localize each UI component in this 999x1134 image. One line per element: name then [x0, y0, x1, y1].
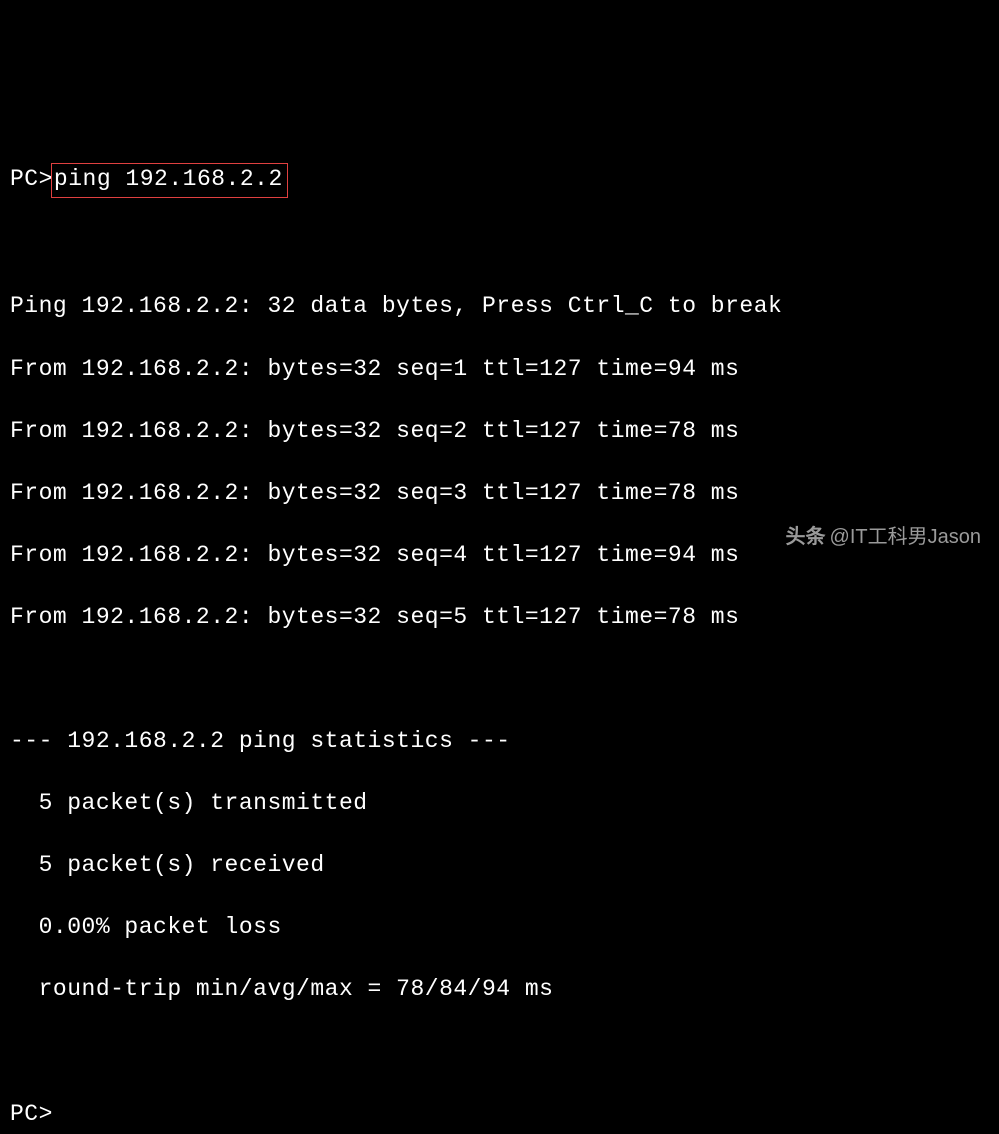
ping-reply: From 192.168.2.2: bytes=32 seq=2 ttl=127…: [10, 416, 989, 447]
blank-line: [10, 1037, 989, 1068]
watermark: 头条@IT工科男Jason: [786, 524, 981, 551]
stats-loss: 0.00% packet loss: [10, 912, 989, 943]
stats-transmitted: 5 packet(s) transmitted: [10, 788, 989, 819]
prompt-line-1: PC>ping 192.168.2.2: [10, 163, 989, 198]
ping-command-highlighted: ping 192.168.2.2: [51, 163, 288, 198]
watermark-author: @IT工科男Jason: [830, 526, 981, 548]
stats-header: --- 192.168.2.2 ping statistics ---: [10, 726, 989, 757]
ping-reply: From 192.168.2.2: bytes=32 seq=5 ttl=127…: [10, 602, 989, 633]
stats-received: 5 packet(s) received: [10, 850, 989, 881]
prompt-prefix: PC>: [10, 166, 53, 192]
ping-header: Ping 192.168.2.2: 32 data bytes, Press C…: [10, 291, 989, 322]
blank-line: [10, 664, 989, 695]
ping-reply: From 192.168.2.2: bytes=32 seq=3 ttl=127…: [10, 478, 989, 509]
ping-reply: From 192.168.2.2: bytes=32 seq=1 ttl=127…: [10, 354, 989, 385]
prompt-line-2: PC>: [10, 1099, 989, 1130]
stats-rtt: round-trip min/avg/max = 78/84/94 ms: [10, 974, 989, 1005]
terminal-output[interactable]: PC>ping 192.168.2.2 Ping 192.168.2.2: 32…: [10, 132, 989, 1134]
blank-line: [10, 229, 989, 260]
watermark-brand: 头条: [786, 526, 826, 548]
